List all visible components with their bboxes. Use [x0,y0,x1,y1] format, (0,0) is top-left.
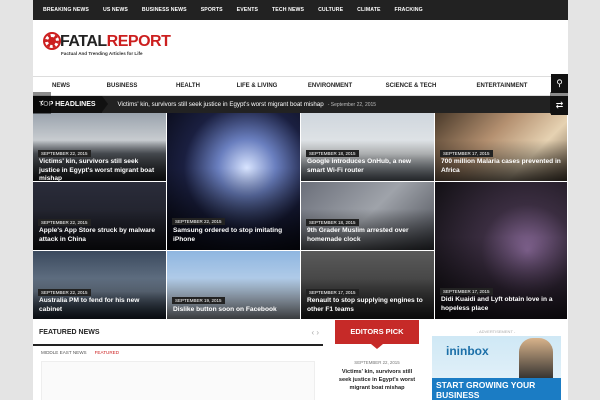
topnav-sports[interactable]: SPORTS [201,7,223,13]
logo-report: REPORT [106,33,171,50]
news-card[interactable]: SEPTEMBER 19, 2015 Dislike button soon o… [167,251,301,320]
tab-middle-east-news[interactable]: MIDDLE EAST NEWS [41,350,87,355]
headline-date: - September 22, 2015 [327,101,377,108]
topnav-events[interactable]: EVENTS [237,7,258,13]
nav-business[interactable]: BUSINESS [89,83,155,89]
main-nav: NEWS BUSINESS HEALTH LIFE & LIVING ENVIR… [33,76,551,96]
topnav-fracking[interactable]: FRACKING [395,7,423,13]
card-title[interactable]: Didi Kuaidi and Lyft obtain love in a ho… [441,296,561,313]
news-card[interactable]: SEPTEMBER 22, 2015 Apple's App Store str… [33,182,167,251]
advertisement[interactable]: - ADVERTISEMENT - ininbox START GROWING … [431,320,561,400]
card-title[interactable]: Australia PM to fend for his new cabinet [39,297,160,314]
news-card[interactable]: SEPTEMBER 22, 2015 Samsung ordered to st… [167,113,301,251]
card-title[interactable]: 9th Grader Muslim arrested over homemade… [307,227,428,244]
card-date: SEPTEMBER 19, 2015 [172,297,225,304]
featured-content [41,361,315,400]
news-card[interactable]: SEPTEMBER 17, 2015 Didi Kuaidi and Lyft … [435,182,568,320]
card-title[interactable]: Renault to stop supplying engines to oth… [307,297,428,314]
nav-health[interactable]: HEALTH [155,83,221,89]
nav-science-tech[interactable]: SCIENCE & TECH [367,83,455,89]
topnav-business-news[interactable]: BUSINESS NEWS [142,7,187,13]
editors-pick-heading: EDITORS PICK [335,320,419,349]
news-card[interactable]: SEPTEMBER 17, 2015 Renault to stop suppl… [301,251,435,320]
card-title[interactable]: Samsung ordered to stop imitating iPhone [173,227,294,244]
featured-heading: FEATURED NEWS [39,328,100,336]
news-card[interactable]: SEPTEMBER 18, 2015 Google introduces OnH… [301,113,435,182]
card-date: SEPTEMBER 18, 2015 [306,150,359,157]
gear-logo-icon [43,32,61,50]
card-title[interactable]: Dislike button soon on Facebook [173,306,294,315]
card-date: SEPTEMBER 17, 2015 [440,288,493,295]
topnav-us-news[interactable]: US NEWS [103,7,128,13]
card-date: SEPTEMBER 22, 2015 [38,219,91,226]
nav-news[interactable]: NEWS [33,83,89,89]
page: BREAKING NEWS US NEWS BUSINESS NEWS SPOR… [33,0,568,400]
card-title[interactable]: Google introduces OnHub, a new smart Wi-… [307,158,428,175]
card-date: SEPTEMBER 22, 2015 [172,218,225,225]
topnav-breaking-news[interactable]: BREAKING NEWS [43,7,89,13]
news-grid: SEPTEMBER 22, 2015 Victims' kin, survivo… [33,113,568,320]
ad-brand-prefix: in [446,344,457,358]
headline-link[interactable]: Victims' kin, survivors still seek justi… [118,101,324,108]
logo-tagline: Factual And Trending Articles for Life [61,51,143,56]
editors-pick-date: SEPTEMBER 22, 2015 [354,360,400,365]
topnav-tech-news[interactable]: TECH NEWS [272,7,304,13]
top-nav: BREAKING NEWS US NEWS BUSINESS NEWS SPOR… [33,0,568,20]
nav-environment[interactable]: ENVIRONMENT [293,83,367,89]
news-card[interactable]: SEPTEMBER 17, 2015 700 million Malaria c… [435,113,568,182]
featured-nav-arrows[interactable]: ‹ › [311,328,319,337]
topnav-climate[interactable]: CLIMATE [357,7,380,13]
tab-featured[interactable]: FEATURED [95,350,119,355]
header: FATALREPORT Factual And Trending Article… [33,20,568,76]
card-title[interactable]: Apple's App Store struck by malware atta… [39,227,160,244]
nav-entertainment[interactable]: ENTERTAINMENT [455,83,549,89]
topnav-culture[interactable]: CULTURE [318,7,343,13]
chevron-left-icon[interactable]: ‹ [33,92,51,114]
card-date: SEPTEMBER 22, 2015 [38,150,91,157]
headlines-bar: TOP HEADLINES Victims' kin, survivors st… [33,96,551,113]
news-card[interactable]: SEPTEMBER 22, 2015 Australia PM to fend … [33,251,167,320]
card-title[interactable]: Victims' kin, survivors still seek justi… [39,158,160,181]
card-title[interactable]: 700 million Malaria cases prevented in A… [441,158,561,175]
ad-brand: inbox [456,344,489,358]
news-card[interactable]: SEPTEMBER 22, 2015 Victims' kin, survivo… [33,113,167,182]
logo-fatal: FATAL [60,33,107,50]
featured-news-section: FEATURED NEWS ‹ › MIDDLE EAST NEWS FEATU… [33,320,323,400]
editors-pick-title[interactable]: Victims' kin, survivors still seek justi… [335,368,419,392]
card-date: SEPTEMBER 17, 2015 [440,150,493,157]
nav-life-living[interactable]: LIFE & LIVING [221,83,293,89]
editors-pick-section: EDITORS PICK SEPTEMBER 22, 2015 Victims'… [335,320,419,392]
news-card[interactable]: SEPTEMBER 18, 2015 9th Grader Muslim arr… [301,182,435,251]
ad-banner[interactable]: ininbox START GROWING YOUR BUSINESS [432,336,561,400]
search-icon[interactable]: ⚲ [551,74,568,93]
site-logo[interactable]: FATALREPORT Factual And Trending Article… [43,32,171,56]
ad-label: - ADVERTISEMENT - [476,329,516,334]
card-date: SEPTEMBER 22, 2015 [38,289,91,296]
card-date: SEPTEMBER 17, 2015 [306,289,359,296]
card-date: SEPTEMBER 18, 2015 [306,219,359,226]
ad-tagline: START GROWING YOUR BUSINESS [432,378,561,400]
shuffle-icon[interactable]: ⇄ [551,96,568,115]
ad-brand-logo: ininbox [446,344,489,358]
side-buttons: ⚲ ⇄ [551,74,568,115]
